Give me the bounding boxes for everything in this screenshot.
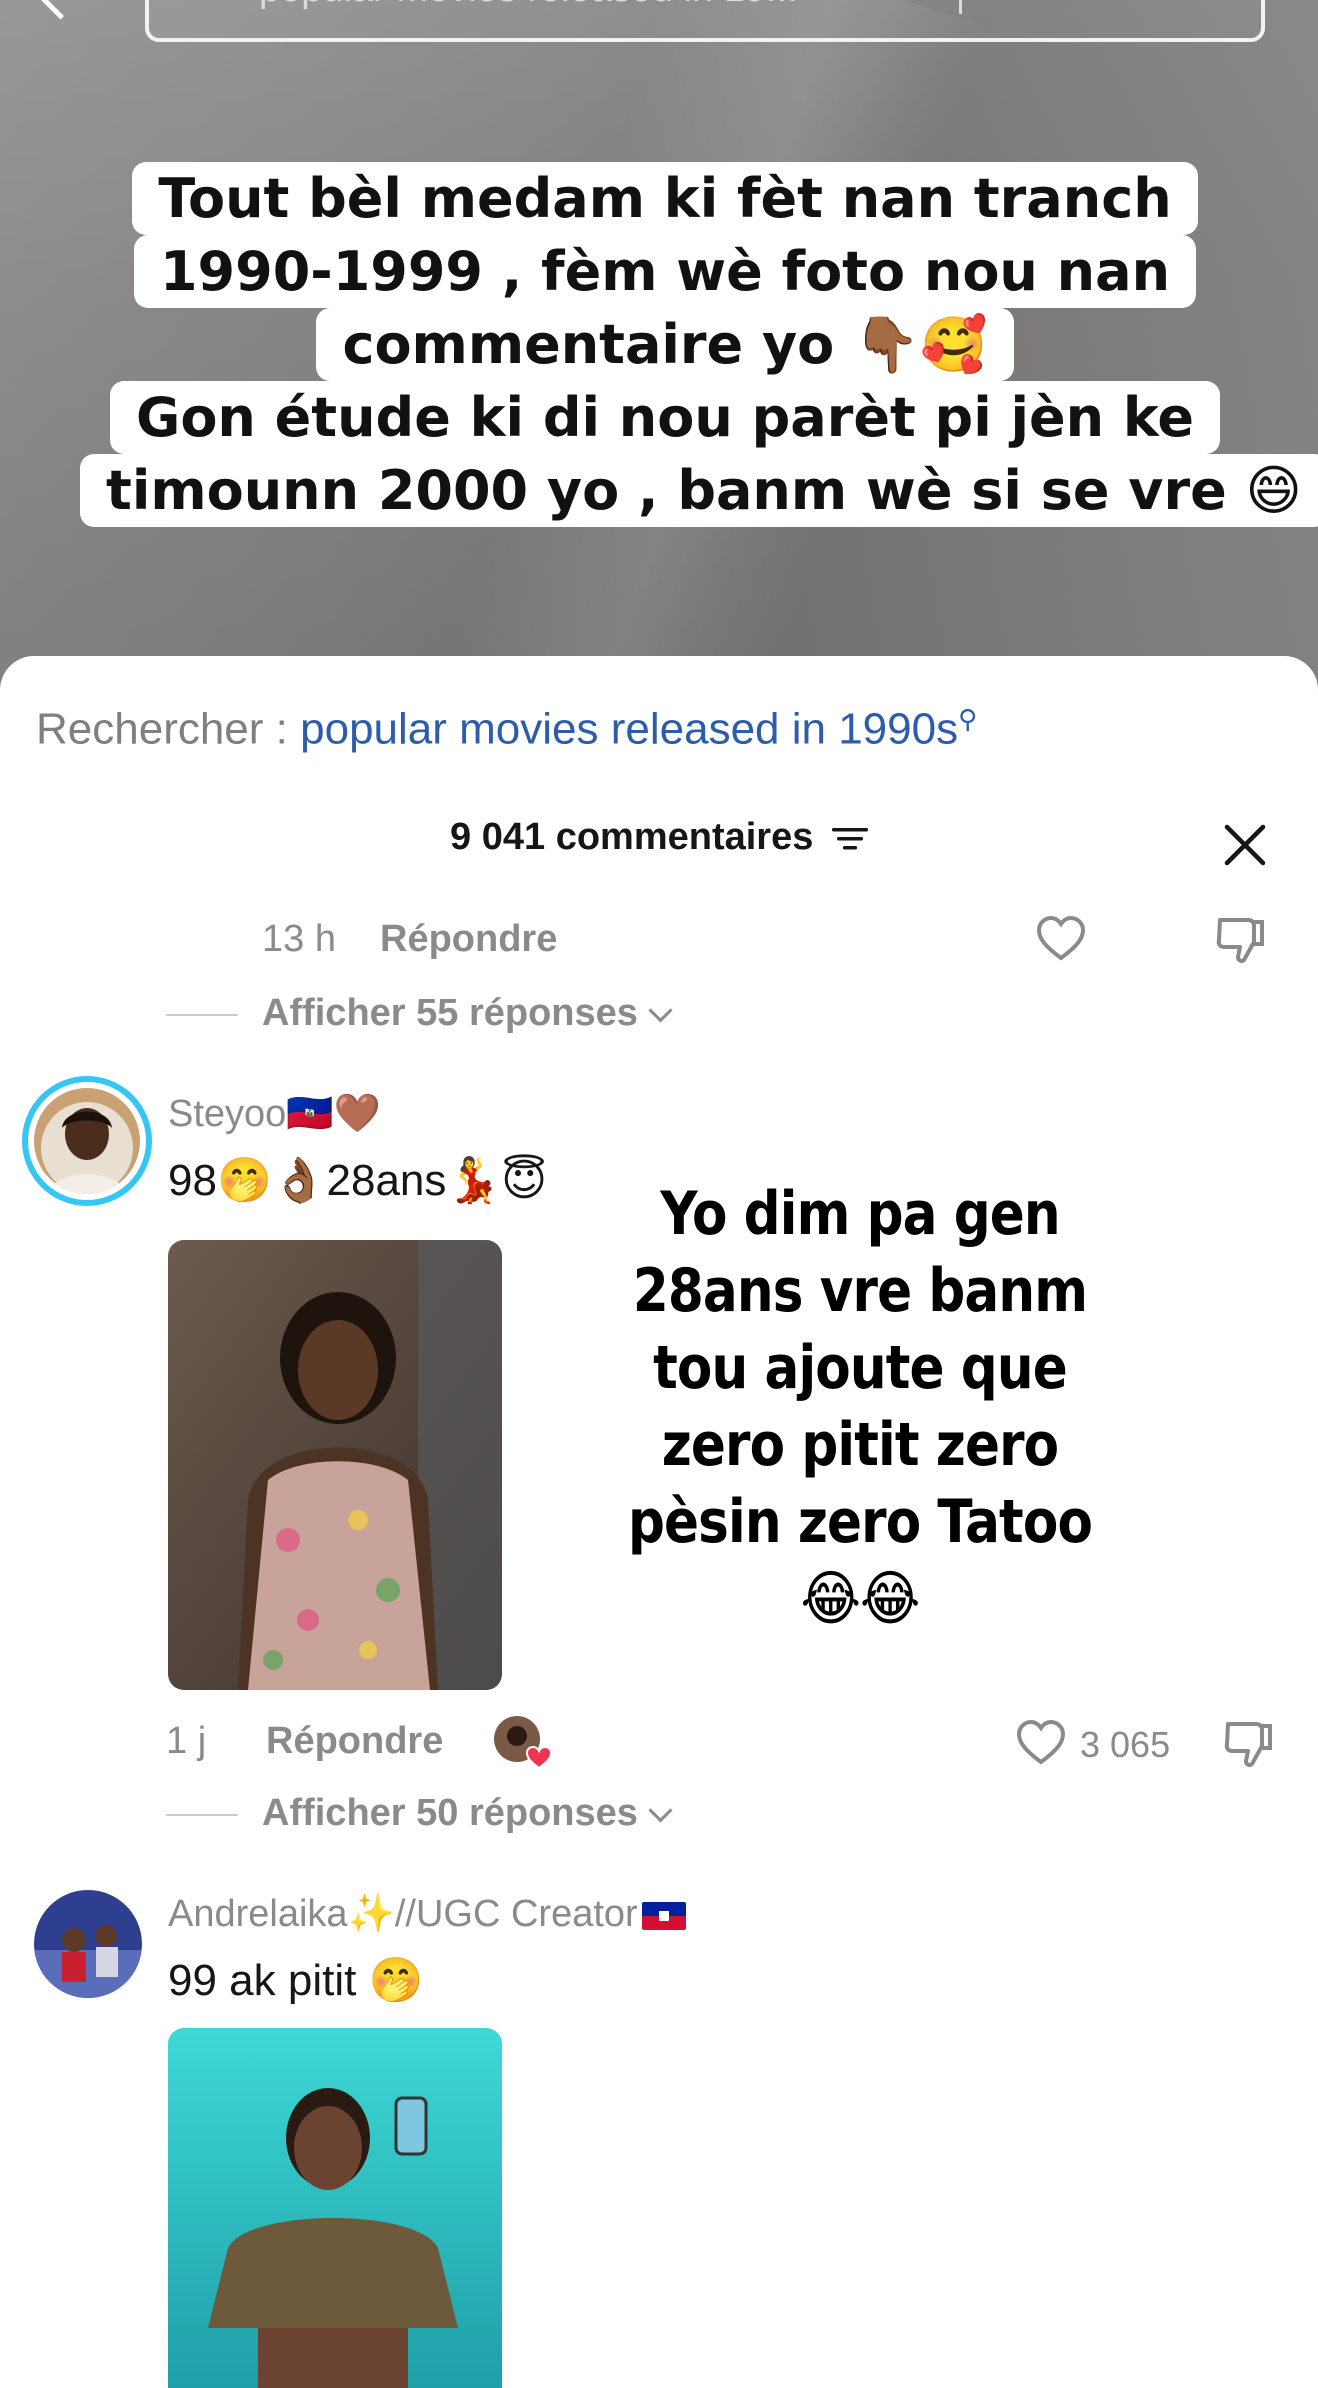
top-search-bar[interactable]: popular movies released in 19... Recherc… [145, 0, 1265, 42]
small-search-icon: ⚲ [958, 704, 978, 734]
view-replies-button[interactable]: Afficher 55 réponses [166, 992, 673, 1035]
avatar[interactable] [34, 1890, 142, 1998]
comment-photo-image [168, 1240, 502, 1690]
avatar-image [34, 1890, 142, 1998]
comment-username[interactable]: Steyoo🇭🇹🤎 [168, 1092, 381, 1136]
comment-timestamp: 1 j [166, 1720, 207, 1762]
replies-divider [166, 1813, 238, 1816]
reply-button[interactable]: Répondre [266, 1720, 443, 1763]
caption-line: Tout bèl medam ki fèt nan tranch [132, 162, 1198, 235]
comment-username[interactable]: Andrelaika✨//UGC Creator [168, 1892, 686, 1936]
comments-count-title: 9 041 commentaires [0, 816, 1318, 859]
dislike-icon[interactable] [1214, 916, 1266, 966]
comment-username-text: Andrelaika✨//UGC Creator [168, 1893, 638, 1935]
chevron-down-icon [648, 1798, 673, 1823]
caption-line: commentaire yo 👇🏾🥰 [316, 308, 1014, 381]
search-button[interactable]: Rechercher [999, 0, 1219, 9]
comment-photo[interactable] [168, 2028, 502, 2388]
like-count: 3 065 [1080, 1724, 1171, 1765]
chevron-down-icon [648, 998, 673, 1023]
heart-badge-icon [526, 1746, 552, 1770]
view-replies-label: Afficher 55 réponses [262, 992, 638, 1034]
related-search[interactable]: Rechercher : popular movies released in … [36, 704, 977, 755]
avatar-image [34, 1088, 140, 1194]
heart-icon[interactable] [1016, 1720, 1066, 1766]
reply-button[interactable]: Répondre [380, 918, 557, 961]
close-icon[interactable] [1222, 822, 1268, 868]
haiti-flag-icon [641, 1901, 686, 1930]
replies-divider [166, 1013, 238, 1016]
view-replies-button[interactable]: Afficher 50 réponses [166, 1792, 673, 1835]
comment-photo-image [168, 2028, 502, 2388]
comments-sheet: Rechercher : popular movies released in … [0, 656, 1318, 2388]
related-search-label: Rechercher : [36, 704, 288, 754]
comments-count: 9 041 commentaires [450, 816, 814, 858]
caption-line: Gon étude ki di nou parèt pi jèn ke [110, 381, 1220, 454]
comment-meme-overlay: Yo dim pa gen 28ans vre banm tou ajoute … [627, 1179, 1093, 1634]
back-arrow-icon[interactable] [31, 0, 90, 20]
comment-text: 99 ak pitit 🤭 [168, 1956, 424, 2005]
dislike-icon[interactable] [1222, 1720, 1274, 1770]
avatar[interactable] [22, 1076, 152, 1206]
caption-line: timounn 2000 yo , banm wè si se vre 😄 [80, 454, 1318, 527]
video-background: popular movies released in 19... Recherc… [0, 0, 1318, 700]
video-caption: Tout bèl medam ki fèt nan tranch 1990-19… [80, 162, 1318, 527]
comment-text: 98🤭👌🏾28ans💃😇 [168, 1156, 548, 1205]
view-replies-label: Afficher 50 réponses [262, 1792, 638, 1834]
comment-timestamp: 13 h [262, 918, 336, 960]
comment-photo[interactable] [168, 1240, 502, 1690]
related-search-query[interactable]: popular movies released in 1990s [300, 705, 958, 754]
top-search-query[interactable]: popular movies released in 19... [259, 0, 798, 11]
heart-icon[interactable] [1036, 916, 1086, 962]
search-divider [959, 0, 962, 14]
caption-line: 1990-1999 , fèm wè foto nou nan [133, 235, 1197, 308]
sort-filter-icon[interactable] [831, 827, 868, 851]
